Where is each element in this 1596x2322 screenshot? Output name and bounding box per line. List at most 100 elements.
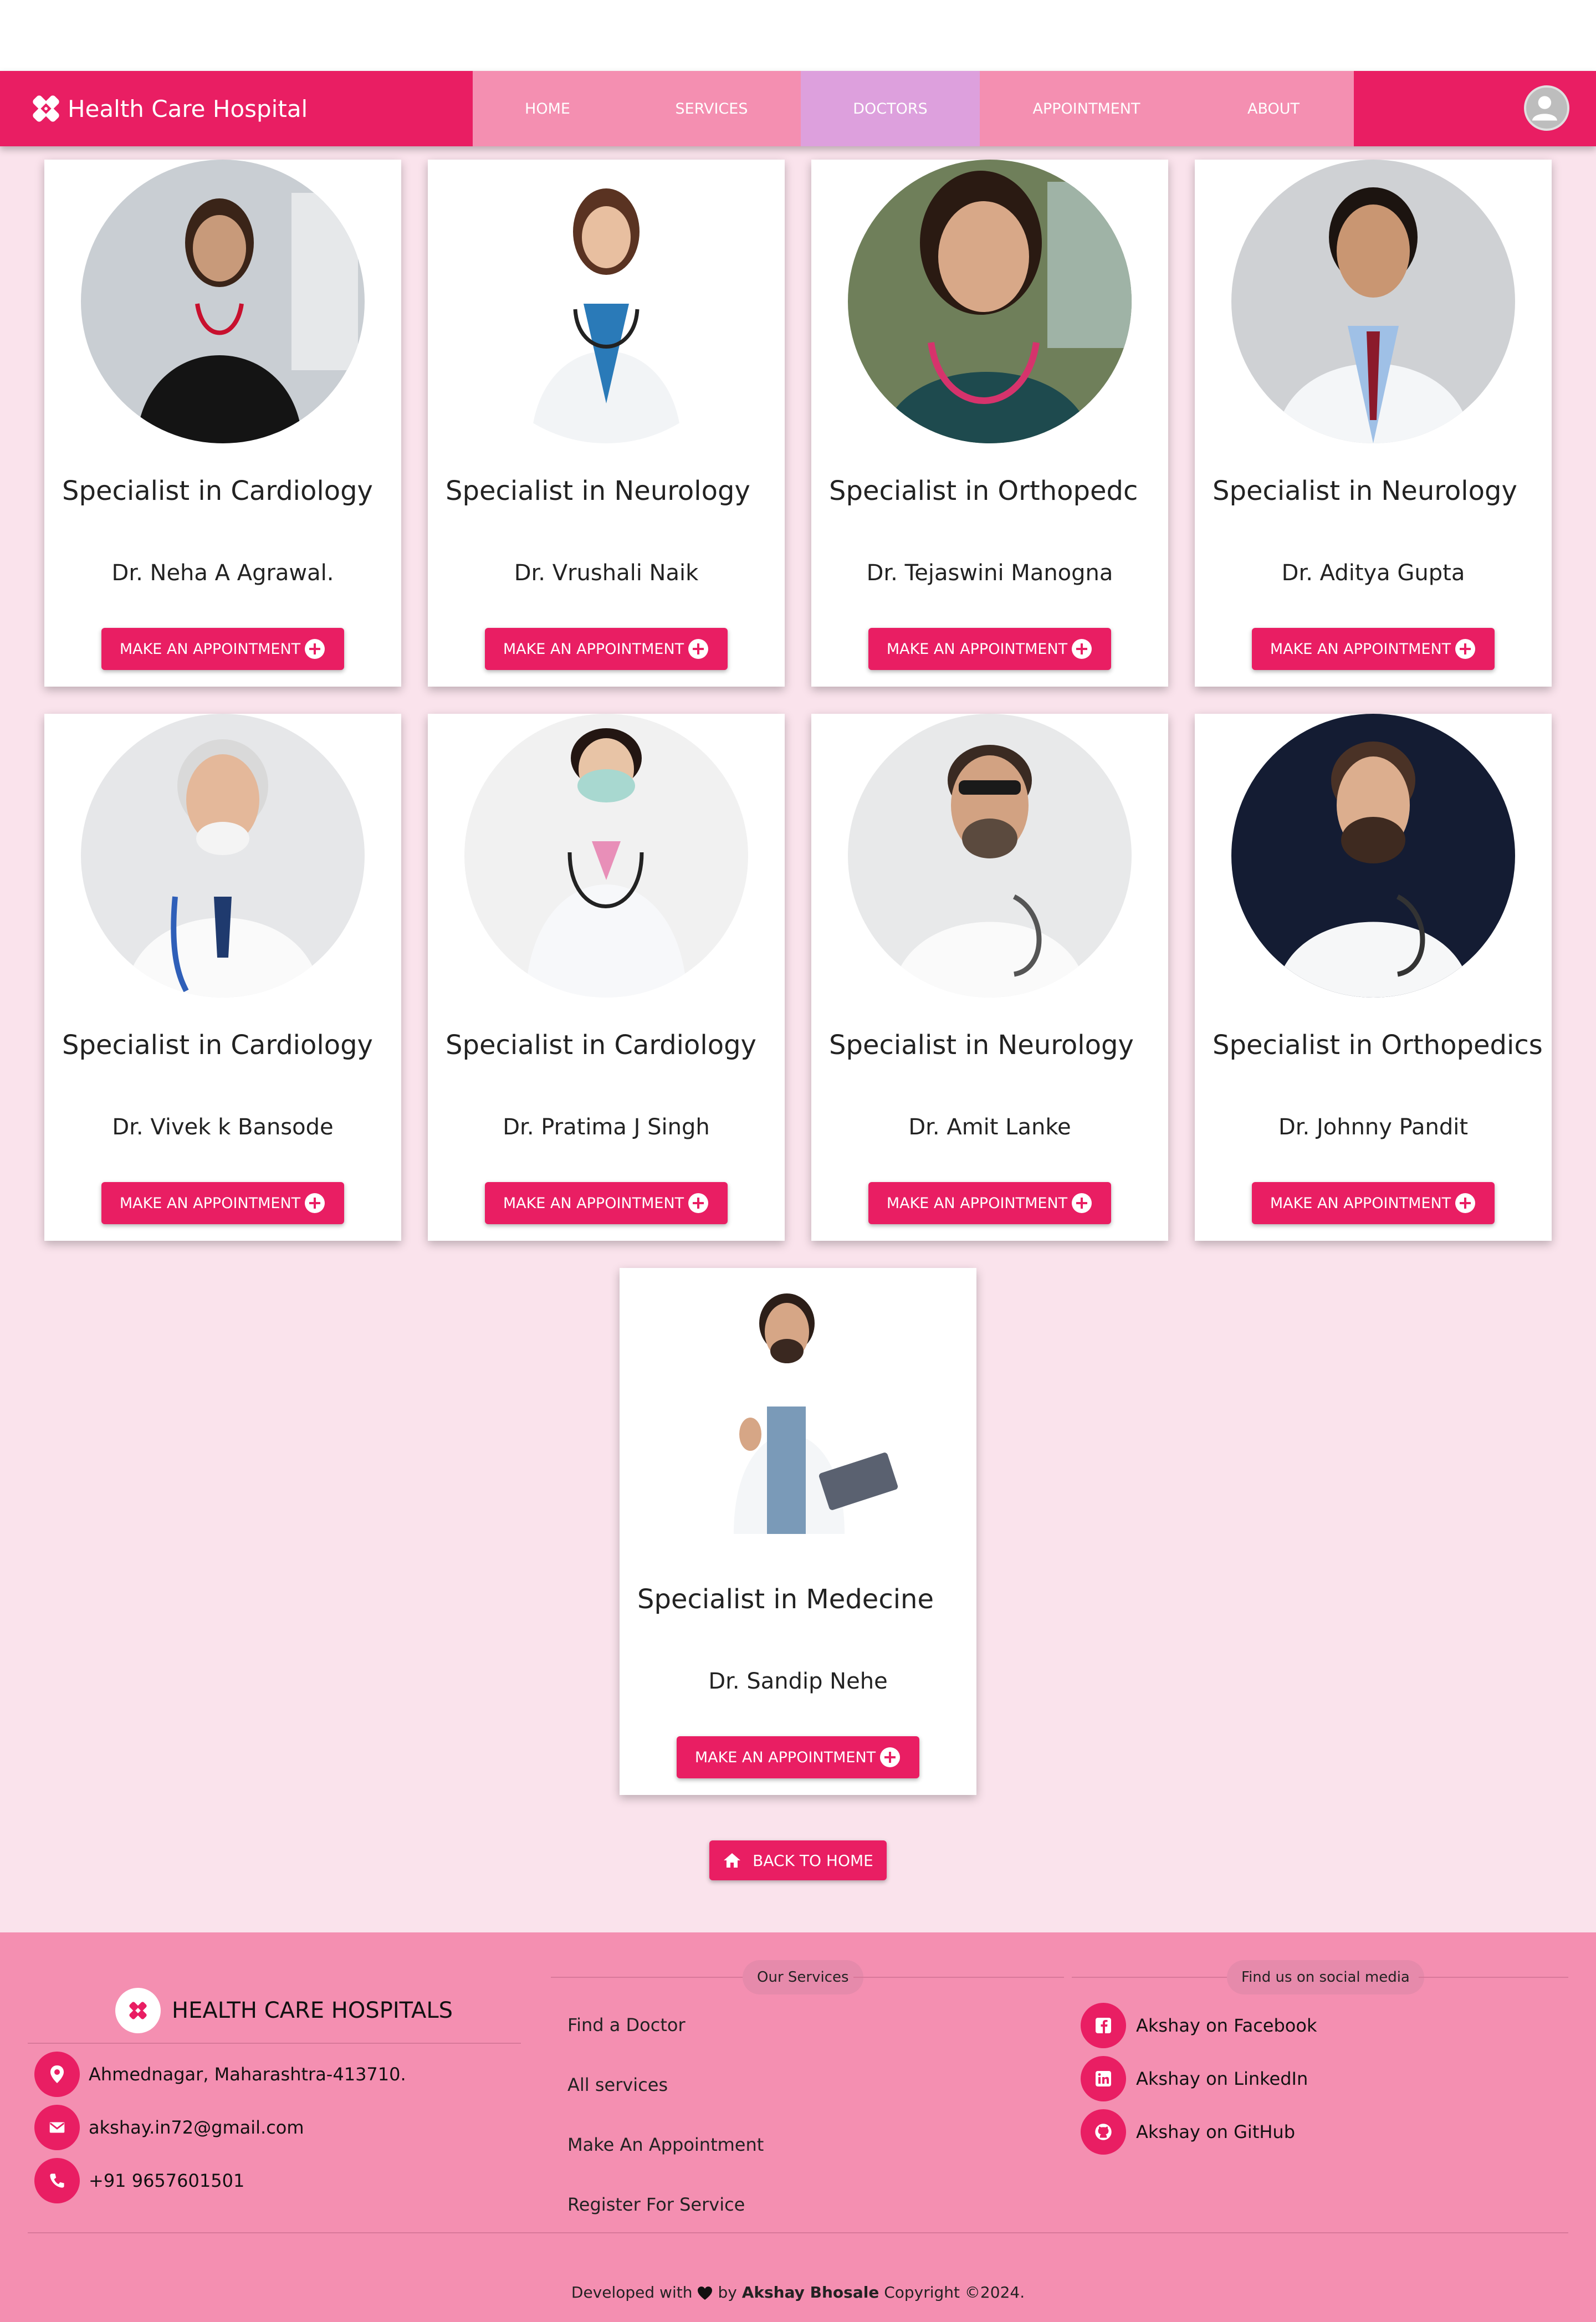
back-to-home-button[interactable]: BACK TO HOME: [709, 1840, 887, 1880]
copyright-prefix: Developed with: [571, 2283, 693, 2301]
doctor-name: Dr. Tejaswini Manogna: [866, 560, 1113, 586]
location-pin-icon: [34, 2052, 80, 2097]
linkedin-icon: [1081, 2056, 1126, 2101]
doctor-name: Dr. Pratima J Singh: [503, 1114, 710, 1140]
doctor-photo: [464, 714, 748, 998]
doctor-photo: [848, 714, 1132, 998]
doctor-name: Dr. Vrushali Naik: [514, 560, 699, 586]
plus-circle-icon: [688, 639, 709, 659]
doctor-card: Specialist in Neurology Dr. Amit Lanke M…: [811, 714, 1168, 1241]
doctor-card: Specialist in Orthopedc Dr. Tejaswini Ma…: [811, 160, 1168, 687]
linkedin-label: Akshay on LinkedIn: [1136, 2068, 1308, 2089]
copyright-by: by: [718, 2283, 737, 2301]
doctor-photo: [464, 160, 748, 443]
doctor-photo: [1231, 160, 1515, 443]
make-appointment-label: MAKE AN APPOINTMENT: [503, 640, 684, 658]
footer-brand: HEALTH CARE HOSPITALS: [115, 1988, 453, 2033]
find-doctor-link[interactable]: Find a Doctor: [567, 2014, 686, 2035]
doctor-specialty: Specialist in Neurology: [829, 1030, 1134, 1061]
doctor-specialty: Specialist in Cardiology: [446, 1030, 756, 1061]
copyright: Developed with by Akshay Bhosale Copyrigh…: [0, 2283, 1596, 2301]
doctor-name: Dr. Aditya Gupta: [1281, 560, 1465, 586]
hospital-logo-icon: [33, 95, 59, 122]
make-appointment-button[interactable]: MAKE AN APPOINTMENT: [101, 1182, 344, 1224]
doctor-specialty: Specialist in Neurology: [446, 475, 750, 507]
brand[interactable]: Health Care Hospital: [29, 92, 308, 125]
doctor-name: Dr. Johnny Pandit: [1278, 1114, 1469, 1140]
doctor-photo: [81, 714, 365, 998]
make-appointment-button[interactable]: MAKE AN APPOINTMENT: [868, 628, 1111, 670]
nav-item-appointment[interactable]: APPOINTMENT: [980, 71, 1193, 146]
github-label: Akshay on GitHub: [1136, 2121, 1296, 2142]
phone-icon: [34, 2158, 80, 2203]
facebook-label: Akshay on Facebook: [1136, 2015, 1317, 2036]
divider: [28, 2043, 521, 2044]
brand-name: Health Care Hospital: [68, 95, 308, 122]
nav-item-doctors[interactable]: DOCTORS: [801, 71, 980, 146]
address-text: Ahmednagar, Maharashtra-413710.: [89, 2064, 406, 2085]
nav-item-services[interactable]: SERVICES: [622, 71, 801, 146]
social-title: Find us on social media: [1227, 1960, 1424, 1994]
email-icon: [34, 2105, 80, 2150]
make-appointment-button[interactable]: MAKE AN APPOINTMENT: [868, 1182, 1111, 1224]
linkedin-link[interactable]: Akshay on LinkedIn: [1081, 2056, 1308, 2101]
doctor-photo: [1231, 714, 1515, 998]
github-icon: [1081, 2109, 1126, 2155]
user-avatar-icon[interactable]: [1524, 85, 1569, 131]
doctor-specialty: Specialist in Cardiology: [62, 475, 373, 507]
phone-text: +91 9657601501: [89, 2170, 245, 2191]
navbar: Health Care Hospital HOME SERVICES DOCTO…: [0, 71, 1596, 146]
make-appointment-label: MAKE AN APPOINTMENT: [119, 640, 301, 658]
doctor-specialty: Specialist in Orthopedc: [829, 475, 1138, 507]
make-appointment-link[interactable]: Make An Appointment: [567, 2134, 764, 2155]
back-to-home-label: BACK TO HOME: [753, 1851, 873, 1870]
divider: [1072, 1977, 1227, 1978]
footer-brand-name: HEALTH CARE HOSPITALS: [172, 1998, 453, 2023]
plus-circle-icon: [305, 1193, 325, 1213]
doctor-card: Specialist in Cardiology Dr. Vivek k Ban…: [44, 714, 401, 1241]
copyright-suffix: Copyright ©2024.: [884, 2283, 1025, 2301]
email-text: akshay.in72@gmail.com: [89, 2117, 304, 2138]
divider: [28, 2232, 1568, 2233]
plus-circle-icon: [1072, 1193, 1092, 1213]
doctor-specialty: Specialist in Orthopedics: [1213, 1030, 1543, 1061]
plus-circle-icon: [880, 1747, 901, 1767]
facebook-link[interactable]: Akshay on Facebook: [1081, 2003, 1317, 2048]
divider: [853, 1977, 1064, 1978]
make-appointment-button[interactable]: MAKE AN APPOINTMENT: [485, 1182, 728, 1224]
top-spacer: [0, 0, 1596, 71]
make-appointment-button[interactable]: MAKE AN APPOINTMENT: [1252, 628, 1495, 670]
doctor-card: Specialist in Orthopedics Dr. Johnny Pan…: [1195, 714, 1552, 1241]
footer: HEALTH CARE HOSPITALS Ahmednagar, Mahara…: [0, 1932, 1596, 2322]
contact-phone[interactable]: +91 9657601501: [34, 2158, 244, 2203]
doctor-photo: [81, 160, 365, 443]
github-link[interactable]: Akshay on GitHub: [1081, 2109, 1295, 2155]
nav-menu: HOME SERVICES DOCTORS APPOINTMENT ABOUT: [473, 71, 1354, 146]
doctor-card: Specialist in Cardiology Dr. Neha A Agra…: [44, 160, 401, 687]
doctor-card: Specialist in Cardiology Dr. Pratima J S…: [428, 714, 785, 1241]
doctor-specialty: Specialist in Neurology: [1213, 475, 1517, 507]
doctor-photo: [848, 160, 1132, 443]
contact-email[interactable]: akshay.in72@gmail.com: [34, 2105, 304, 2150]
doctor-photo: [656, 1268, 940, 1552]
copyright-author[interactable]: Akshay Bhosale: [742, 2283, 879, 2301]
make-appointment-label: MAKE AN APPOINTMENT: [886, 1194, 1068, 1212]
register-service-link[interactable]: Register For Service: [567, 2194, 745, 2215]
make-appointment-label: MAKE AN APPOINTMENT: [1270, 1194, 1451, 1212]
nav-item-about[interactable]: ABOUT: [1193, 71, 1354, 146]
nav-item-home[interactable]: HOME: [473, 71, 622, 146]
divider: [1419, 1977, 1568, 1978]
doctor-card: Specialist in Neurology Dr. Vrushali Nai…: [428, 160, 785, 687]
plus-circle-icon: [1455, 1193, 1476, 1213]
doctor-name: Dr. Amit Lanke: [908, 1114, 1071, 1140]
make-appointment-label: MAKE AN APPOINTMENT: [694, 1748, 876, 1766]
make-appointment-button[interactable]: MAKE AN APPOINTMENT: [101, 628, 344, 670]
make-appointment-button[interactable]: MAKE AN APPOINTMENT: [677, 1736, 919, 1778]
make-appointment-label: MAKE AN APPOINTMENT: [886, 640, 1068, 658]
make-appointment-button[interactable]: MAKE AN APPOINTMENT: [485, 628, 728, 670]
doctor-name: Dr. Sandip Nehe: [708, 1669, 888, 1694]
make-appointment-label: MAKE AN APPOINTMENT: [119, 1194, 301, 1212]
plus-circle-icon: [1072, 639, 1092, 659]
all-services-link[interactable]: All services: [567, 2074, 668, 2095]
make-appointment-button[interactable]: MAKE AN APPOINTMENT: [1252, 1182, 1495, 1224]
